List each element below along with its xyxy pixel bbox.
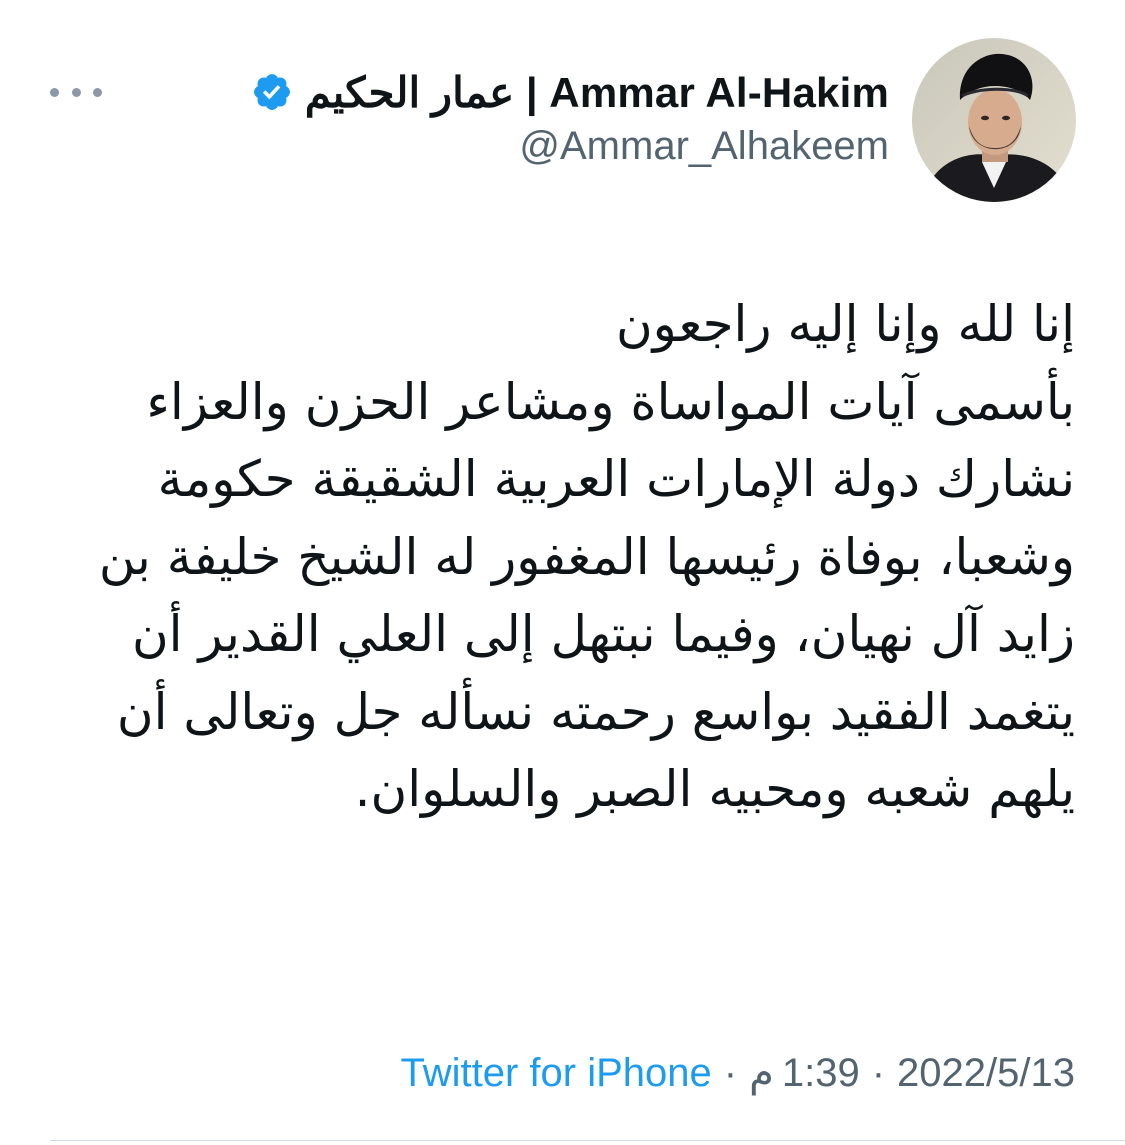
tweet-text: إنا لله وإنا إليه راجعون بأسمى آيات المو…	[98, 295, 1075, 818]
more-dot-icon	[50, 87, 59, 97]
author-name-row[interactable]: عمار الحكيم | Ammar Al-Hakim	[251, 62, 889, 122]
tweet-source-link[interactable]: Twitter for iPhone	[401, 1051, 712, 1096]
meta-separator: ·	[871, 1050, 886, 1095]
profile-photo	[912, 38, 1076, 202]
author-display-name: عمار الحكيم | Ammar Al-Hakim	[304, 68, 889, 116]
tweet-time[interactable]: 1:39	[782, 1051, 860, 1096]
more-dot-icon	[93, 87, 102, 97]
author-handle[interactable]: @Ammar_Alhakeem	[251, 124, 889, 169]
more-options-button[interactable]	[50, 80, 102, 104]
tweet-meta: Twitter for iPhone · م 1:39 · 2022/5/13	[401, 1050, 1075, 1096]
meta-separator: ·	[723, 1050, 738, 1095]
divider	[50, 1140, 1125, 1141]
tweet-ampm: م	[749, 1050, 774, 1096]
tweet-card: عمار الحكيم | Ammar Al-Hakim @Ammar_Alha…	[0, 0, 1125, 1145]
tweet-author: عمار الحكيم | Ammar Al-Hakim @Ammar_Alha…	[251, 62, 889, 169]
verified-badge-icon	[253, 74, 290, 110]
more-dot-icon	[71, 87, 81, 97]
avatar[interactable]	[912, 38, 1076, 202]
tweet-date[interactable]: 2022/5/13	[897, 1051, 1075, 1096]
